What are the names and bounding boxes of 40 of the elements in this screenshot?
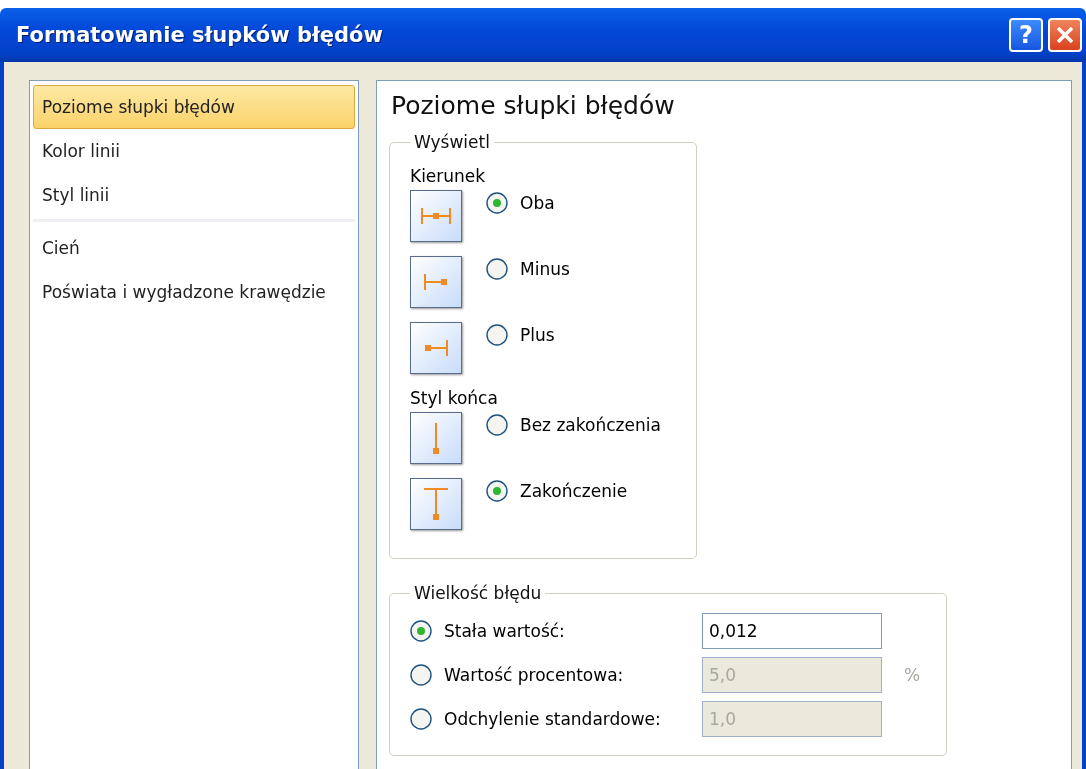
section-label: Styl końca — [410, 388, 499, 408]
style-button[interactable] — [410, 412, 462, 464]
left-bar-icon — [424, 273, 448, 291]
style-button[interactable] — [410, 478, 462, 530]
radio-label: Odchylenie standardowe: — [444, 709, 661, 729]
radio-label: Bez zakończenia — [520, 415, 661, 435]
group-legend: Wyświetl — [410, 132, 494, 152]
style-button[interactable] — [410, 190, 462, 242]
style-button[interactable] — [410, 322, 462, 374]
radio-label: Wartość procentowa: — [444, 665, 624, 685]
close-button[interactable] — [1048, 18, 1082, 52]
radio-button[interactable] — [410, 620, 432, 642]
style-button[interactable] — [410, 256, 462, 308]
radio-label: Oba — [520, 193, 555, 213]
category-item[interactable]: Cień — [33, 226, 355, 270]
panel-heading: Poziome słupki błędów — [391, 91, 676, 120]
unit-label: % — [904, 665, 921, 685]
help-button[interactable]: ? — [1009, 18, 1043, 52]
radio-button[interactable] — [486, 258, 508, 280]
right-bar-icon — [424, 339, 448, 357]
radio-button[interactable] — [486, 192, 508, 214]
radio-label: Minus — [520, 259, 570, 279]
no-cap-bar-icon — [433, 422, 439, 454]
radio-label: Plus — [520, 325, 555, 345]
value-field[interactable]: 0,012 — [702, 613, 882, 649]
section-label: Kierunek — [410, 166, 487, 186]
category-item[interactable]: Styl linii — [33, 173, 355, 217]
radio-button[interactable] — [486, 480, 508, 502]
capped-bar-icon — [423, 488, 449, 520]
radio-label: Stała wartość: — [444, 621, 565, 641]
close-icon — [1057, 27, 1073, 43]
window-title: Formatowanie słupków błędów — [16, 23, 384, 47]
group-legend: Wielkość błędu — [410, 583, 546, 603]
category-item[interactable]: Kolor linii — [33, 129, 355, 173]
category-item[interactable]: Poświata i wygładzone krawędzie — [33, 270, 355, 314]
radio-button[interactable] — [486, 414, 508, 436]
category-item[interactable]: Poziome słupki błędów — [33, 85, 355, 129]
both-ends-bar-icon — [421, 207, 451, 225]
radio-button[interactable] — [486, 324, 508, 346]
radio-label: Zakończenie — [520, 481, 628, 501]
